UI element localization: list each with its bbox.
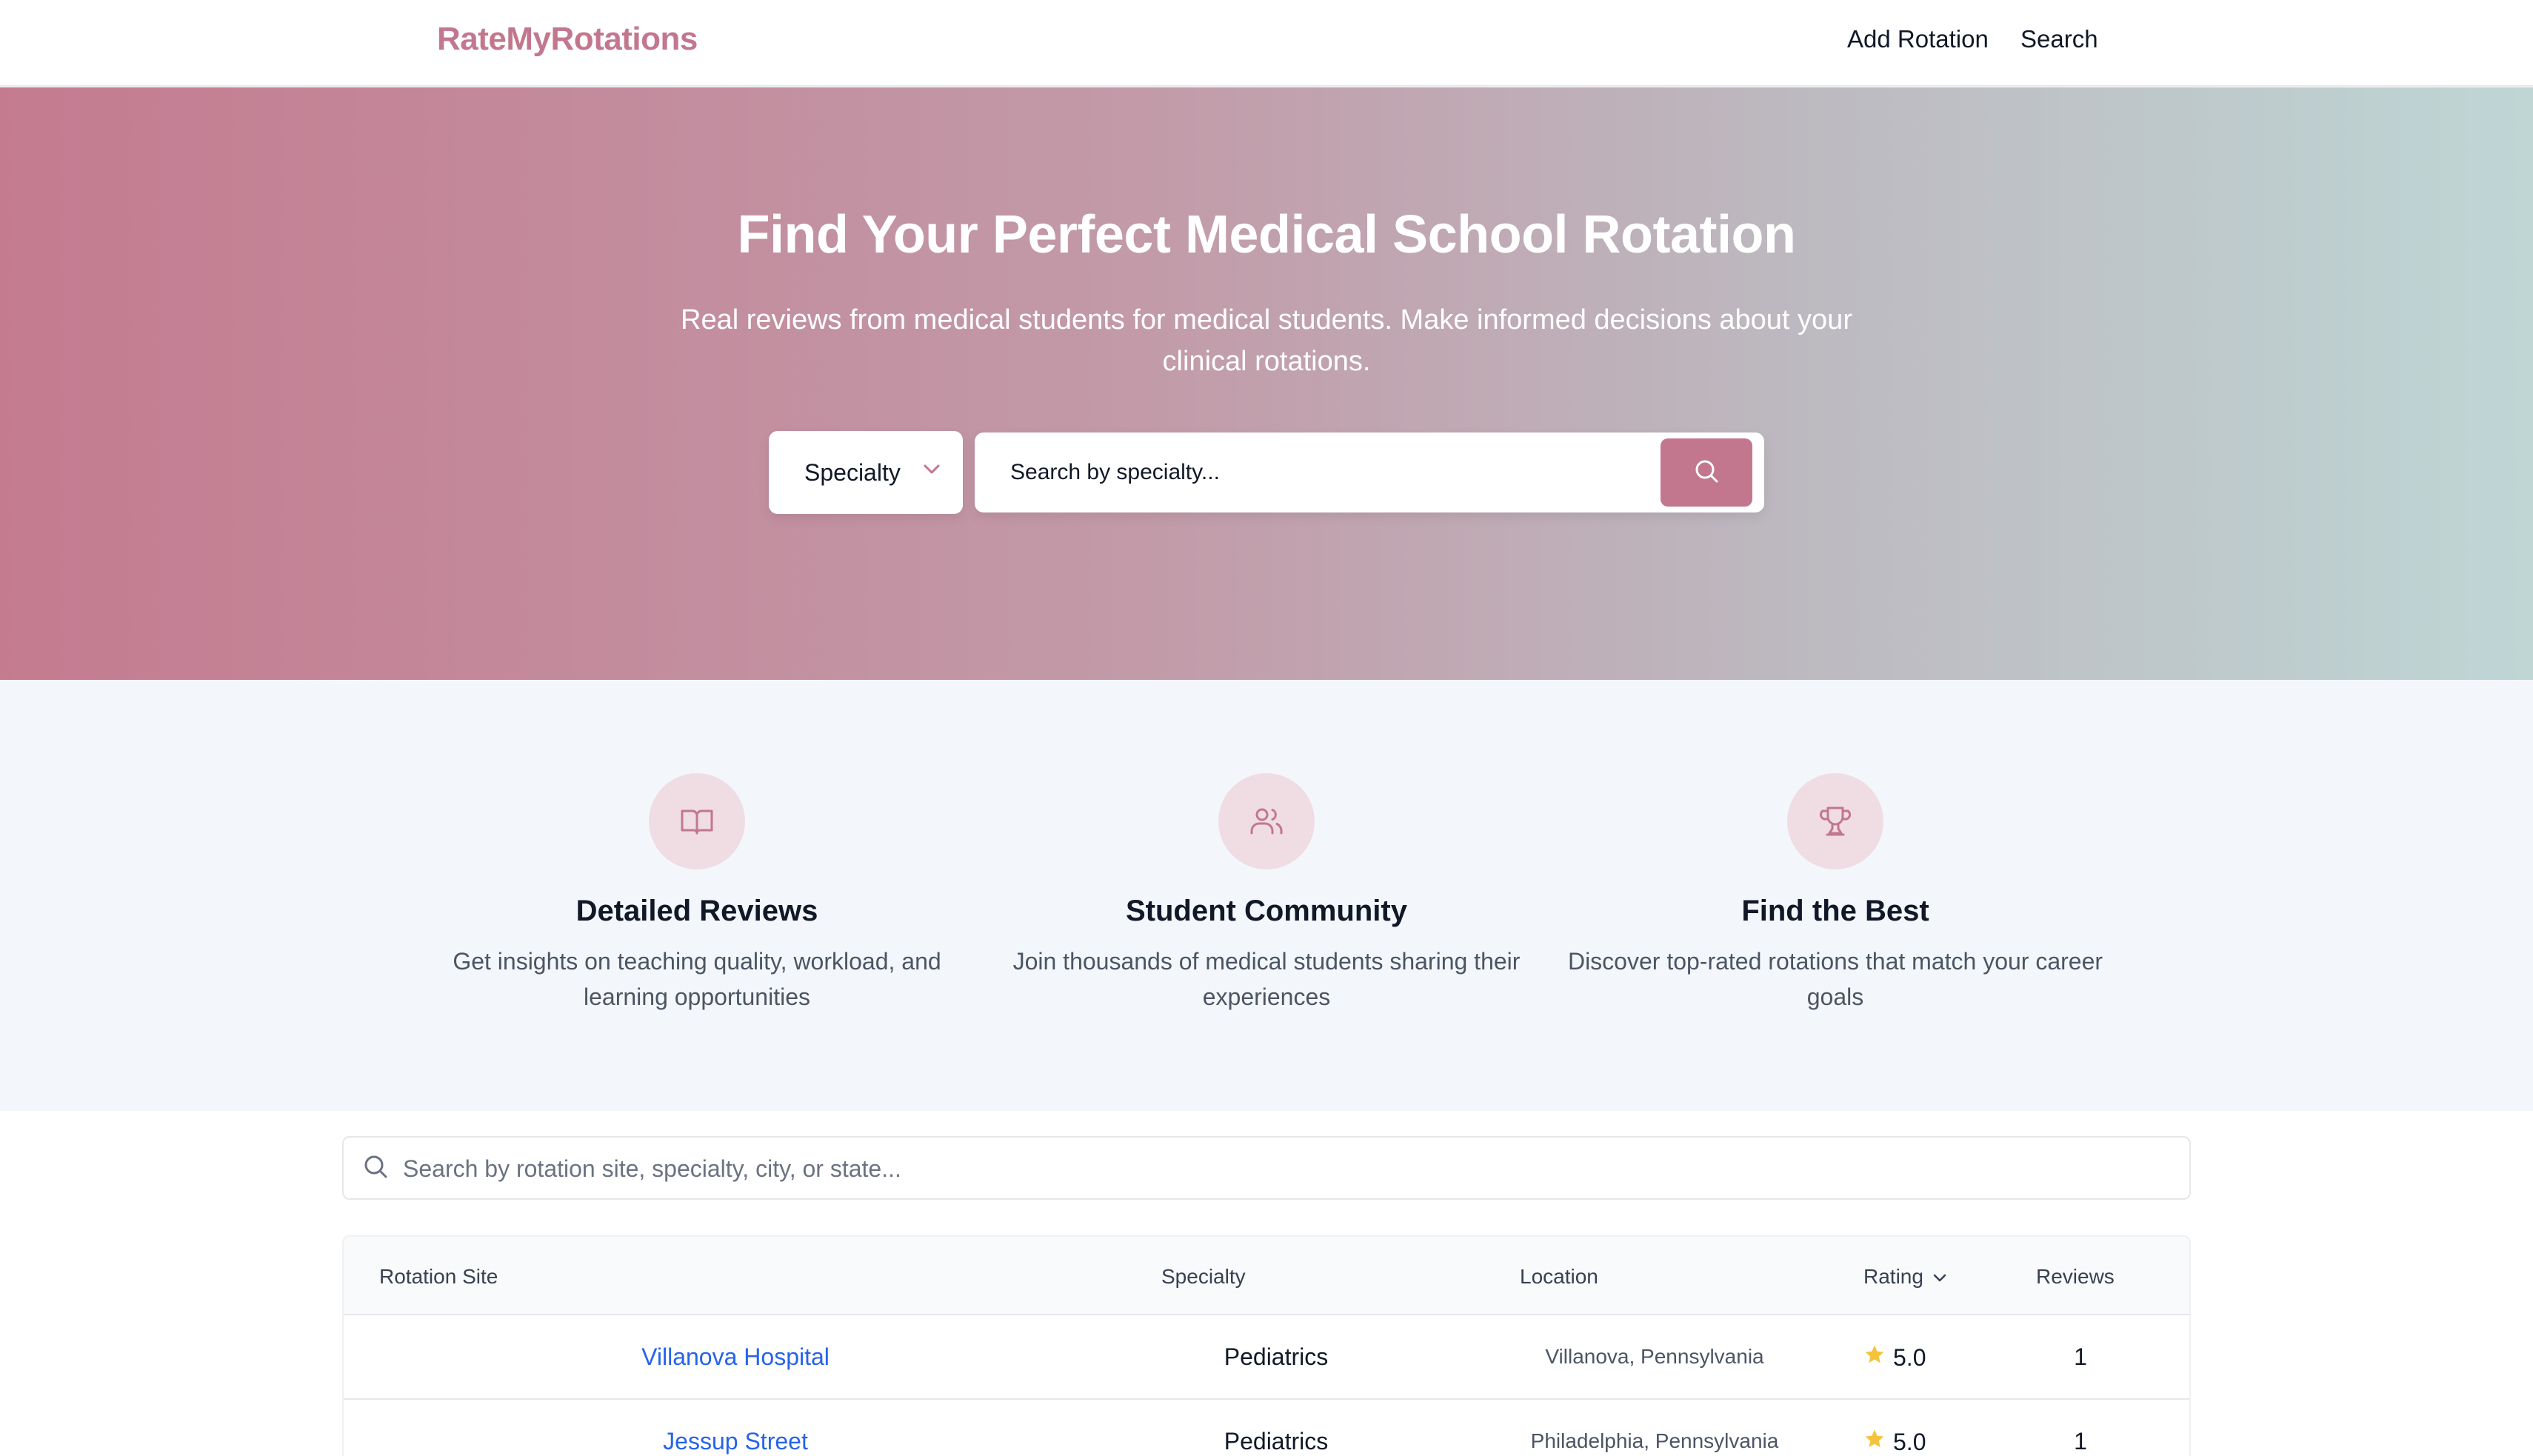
reviews-count: 1: [2074, 1343, 2087, 1370]
hero-search-box: [975, 433, 1764, 512]
filter-type-select[interactable]: Specialty: [769, 431, 963, 514]
feature-title: Detailed Reviews: [575, 895, 818, 927]
chevron-down-icon: [1932, 1265, 1947, 1289]
rating-cell: 5.0: [1863, 1343, 1926, 1372]
book-open-icon: [649, 773, 745, 869]
feature-description: Discover top-rated rotations that match …: [1567, 948, 2103, 1010]
nav-add-rotation-link[interactable]: Add Rotation: [1847, 25, 1989, 53]
table-header: Rotation Site Specialty Location Rating …: [344, 1237, 2189, 1315]
star-icon: [1863, 1428, 1886, 1456]
rating-value: 5.0: [1893, 1343, 1926, 1371]
column-header-reviews[interactable]: Reviews: [2036, 1265, 2115, 1289]
chevron-down-icon: [923, 464, 941, 479]
location-cell: Villanova, Pennsylvania: [1545, 1345, 1764, 1368]
column-header-rating[interactable]: Rating: [1863, 1265, 1947, 1289]
feature-description: Get insights on teaching quality, worklo…: [453, 948, 941, 1010]
search-icon: [361, 1152, 391, 1186]
table-row[interactable]: Jessup Street Pediatrics Philadelphia, P…: [344, 1400, 2189, 1456]
column-header-rotation-site[interactable]: Rotation Site: [379, 1265, 498, 1289]
location-cell: Philadelphia, Pennsylvania: [1530, 1429, 1779, 1452]
hero-search-input[interactable]: [1010, 455, 1618, 490]
rotations-table: Rotation Site Specialty Location Rating …: [342, 1235, 2191, 1456]
column-header-specialty[interactable]: Specialty: [1161, 1265, 1246, 1289]
trophy-icon: [1787, 773, 1883, 869]
column-header-rating-label: Rating: [1863, 1265, 1923, 1288]
navbar: RateMyRotations Add Rotation Search: [0, 0, 2533, 87]
table-search-box: [342, 1136, 2191, 1200]
hero-section: Find Your Perfect Medical School Rotatio…: [0, 87, 2533, 680]
star-icon: [1863, 1343, 1886, 1372]
specialty-cell: Pediatrics: [1224, 1343, 1329, 1370]
users-icon: [1218, 773, 1315, 869]
brand-logo[interactable]: RateMyRotations: [437, 21, 698, 58]
specialty-cell: Pediatrics: [1224, 1428, 1329, 1455]
filter-type-label: Specialty: [804, 458, 901, 486]
rotation-site-link[interactable]: Villanova Hospital: [344, 1343, 1127, 1371]
table-row[interactable]: Villanova Hospital Pediatrics Villanova,…: [344, 1315, 2189, 1400]
rating-cell: 5.0: [1863, 1428, 1926, 1456]
feature-description: Join thousands of medical students shari…: [1012, 948, 1521, 1010]
rating-value: 5.0: [1893, 1428, 1926, 1455]
rotation-site-link[interactable]: Jessup Street: [344, 1428, 1127, 1455]
page: RateMyRotations Add Rotation Search Find…: [0, 0, 2533, 1456]
feature-title: Find the Best: [1741, 895, 1929, 927]
feature-title: Student Community: [1126, 895, 1407, 927]
hero-subtitle: Real reviews from medical students for m…: [681, 304, 1852, 377]
hero-title: Find Your Perfect Medical School Rotatio…: [737, 205, 1797, 264]
column-header-location[interactable]: Location: [1520, 1265, 1598, 1289]
reviews-count: 1: [2074, 1428, 2087, 1455]
search-icon: [1692, 456, 1721, 490]
table-search-input[interactable]: [403, 1151, 2151, 1186]
nav-search-link[interactable]: Search: [2020, 25, 2098, 53]
hero-search-button[interactable]: [1661, 438, 1752, 507]
features-section: Detailed Reviews Get insights on teachin…: [0, 680, 2533, 1111]
